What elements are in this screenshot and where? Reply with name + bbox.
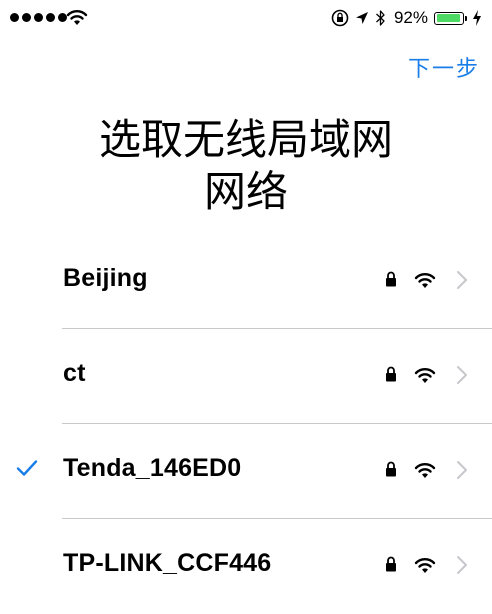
lock-icon [386, 271, 396, 287]
network-row-tenda[interactable]: Tenda_146ED0 [0, 424, 492, 519]
wifi-signal-icon [414, 368, 436, 383]
checkmark-icon [16, 460, 38, 476]
charging-icon [473, 10, 481, 26]
network-name: Beijing [63, 264, 148, 292]
page-title-line2: 网络 [203, 167, 288, 216]
wifi-signal-icon [414, 558, 436, 573]
status-bar: 92% [0, 0, 492, 36]
bluetooth-icon [376, 10, 385, 26]
wifi-signal-icon [414, 273, 436, 288]
network-row-beijing[interactable]: Beijing [0, 234, 492, 329]
battery-icon [434, 11, 467, 25]
network-row-tp-link[interactable]: TP-LINK_CCF446 [0, 519, 492, 614]
location-icon [355, 12, 368, 24]
wifi-signal-icon [414, 463, 436, 478]
signal-strength-icon [10, 13, 67, 22]
network-list: Beijing ct Tenda_146ED0 TP-LINK_CCF446 [0, 234, 492, 614]
lock-icon [386, 556, 396, 572]
lock-icon [386, 461, 396, 477]
wifi-icon [66, 10, 88, 25]
orientation-lock-icon [331, 9, 349, 27]
lock-icon [386, 366, 396, 382]
chevron-right-icon [457, 271, 467, 289]
page-title-line1: 选取无线局域网 [98, 115, 393, 164]
network-name: Tenda_146ED0 [63, 454, 242, 482]
page-title: 选取无线局域网 网络 [0, 114, 492, 218]
status-right: 92% [331, 6, 482, 30]
chevron-right-icon [457, 366, 467, 384]
chevron-right-icon [457, 556, 467, 574]
battery-percent: 92% [393, 8, 428, 27]
network-name: TP-LINK_CCF446 [63, 549, 272, 577]
network-name: ct [63, 359, 86, 387]
network-row-ct[interactable]: ct [0, 329, 492, 424]
next-button[interactable]: 下一步 [408, 51, 480, 83]
chevron-right-icon [457, 461, 467, 479]
